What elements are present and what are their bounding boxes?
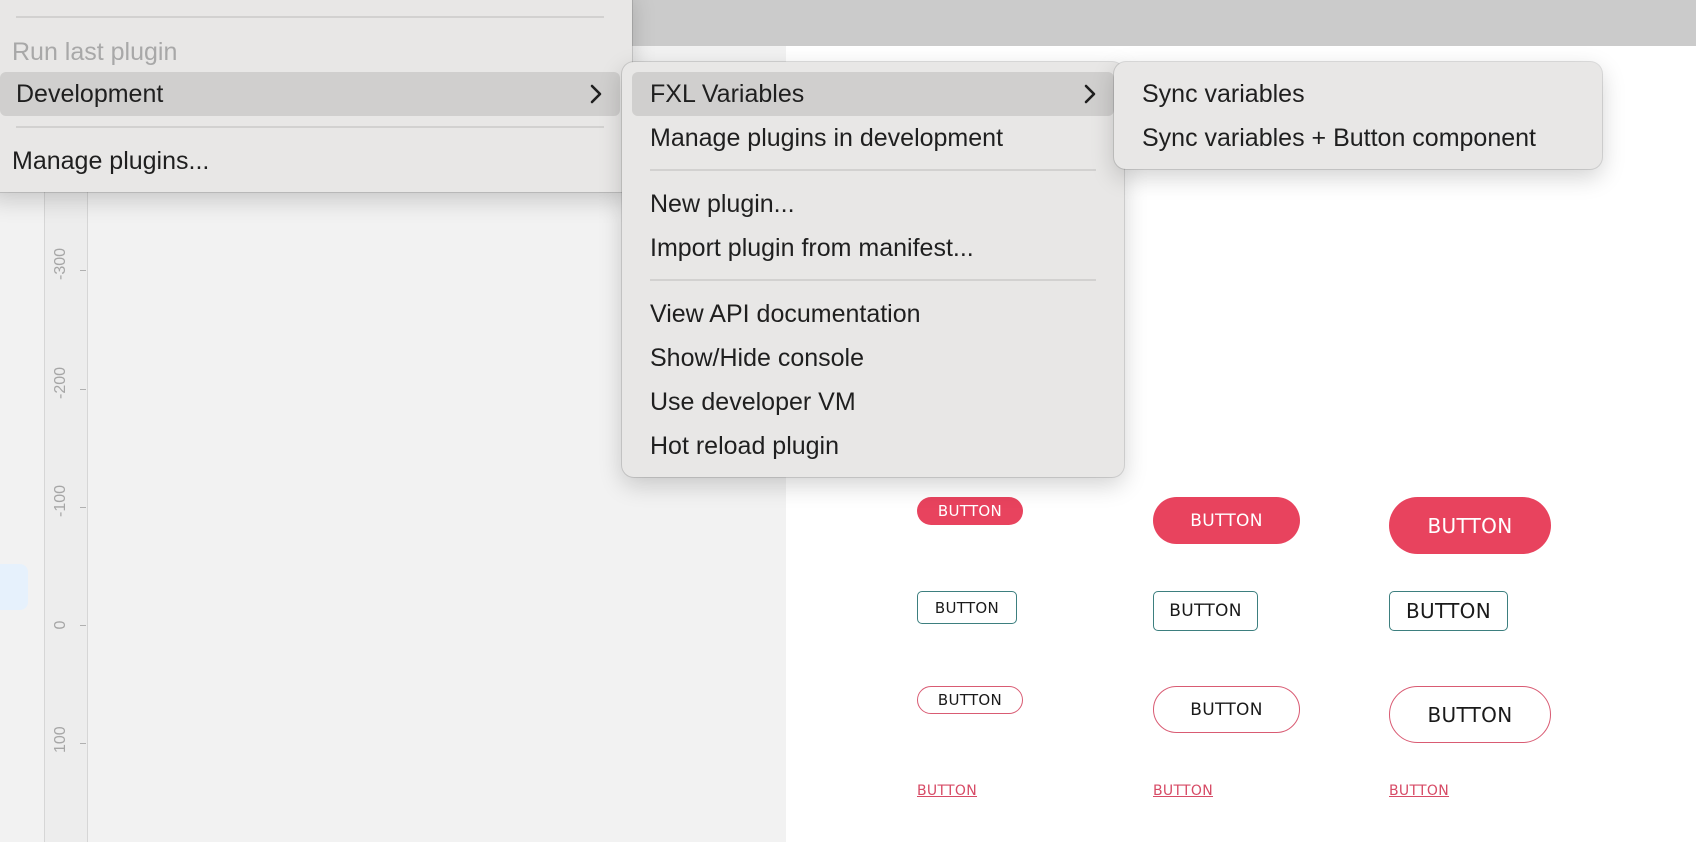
ruler-label: 100 [52,726,69,753]
ruler-tick [80,270,86,271]
menu-item-import-plugin-from-manifest[interactable]: Import plugin from manifest... [632,226,1114,270]
menu-item-manage-plugins-in-development[interactable]: Manage plugins in development [632,116,1114,160]
chevron-right-icon [590,84,602,104]
button-outline-large[interactable]: BUTTON [1389,591,1508,631]
menu-separator [650,279,1096,281]
menu-item-fxl-variables[interactable]: FXL Variables [632,72,1114,116]
menu-item-label: Manage plugins in development [650,123,1004,152]
menu-item-label: Use developer VM [650,387,856,416]
chevron-right-icon [1084,84,1096,104]
menu-separator [16,16,604,18]
ruler-label: -100 [52,484,69,517]
menu-item-label: New plugin... [650,189,795,218]
ruler-tick [80,507,86,508]
menu-item-run-last-plugin: Run last plugin [4,30,616,74]
button-link-large[interactable]: BUTTON [1389,783,1449,799]
ruler-label: 0 [52,620,69,630]
fxl-variables-submenu: Sync variables Sync variables + Button c… [1114,62,1602,169]
menu-separator [16,126,604,128]
menu-item-development[interactable]: Development [0,72,620,116]
button-pill-large[interactable]: BUTTON [1389,686,1551,743]
menu-item-new-plugin[interactable]: New plugin... [632,182,1114,226]
button-pill-medium[interactable]: BUTTON [1153,686,1300,733]
menu-item-label: FXL Variables [650,79,805,108]
button-link-medium[interactable]: BUTTON [1153,783,1213,799]
menu-item-show-hide-console[interactable]: Show/Hide console [632,336,1114,380]
ruler-tick [80,625,86,626]
menu-item-label: Sync variables [1142,79,1305,108]
button-outline-medium[interactable]: BUTTON [1153,591,1258,631]
menu-separator [650,169,1096,171]
menu-item-label: Hot reload plugin [650,431,840,460]
button-link-small[interactable]: BUTTON [917,783,977,799]
menu-item-manage-plugins[interactable]: Manage plugins... [4,139,616,183]
button-pill-small[interactable]: BUTTON [917,686,1023,714]
menu-item-sync-variables-button-component[interactable]: Sync variables + Button component [1124,116,1592,160]
button-filled-large[interactable]: BUTTON [1389,497,1551,554]
menu-item-sync-variables[interactable]: Sync variables [1124,72,1592,116]
button-filled-small[interactable]: BUTTON [917,497,1023,525]
development-submenu: FXL Variables Manage plugins in developm… [622,62,1124,477]
menu-item-label: Import plugin from manifest... [650,233,974,262]
menu-item-label: Run last plugin [12,37,178,66]
menu-item-label: Development [16,79,164,108]
ruler-tick [80,743,86,744]
button-filled-medium[interactable]: BUTTON [1153,497,1300,544]
button-outline-small[interactable]: BUTTON [917,591,1017,624]
ruler-tick [80,389,86,390]
menu-item-hot-reload-plugin[interactable]: Hot reload plugin [632,424,1114,468]
menu-item-label: Manage plugins... [12,146,210,175]
ruler-label: -200 [52,366,69,399]
menu-item-view-api-documentation[interactable]: View API documentation [632,292,1114,336]
plugins-menu: Run last plugin Development Manage plugi… [0,0,632,192]
layer-selection-highlight[interactable] [0,564,28,610]
menu-item-label: Show/Hide console [650,343,865,372]
ruler-label: -300 [52,247,69,280]
menu-item-label: View API documentation [650,299,921,328]
menu-item-use-developer-vm[interactable]: Use developer VM [632,380,1114,424]
menu-item-label: Sync variables + Button component [1142,123,1536,152]
